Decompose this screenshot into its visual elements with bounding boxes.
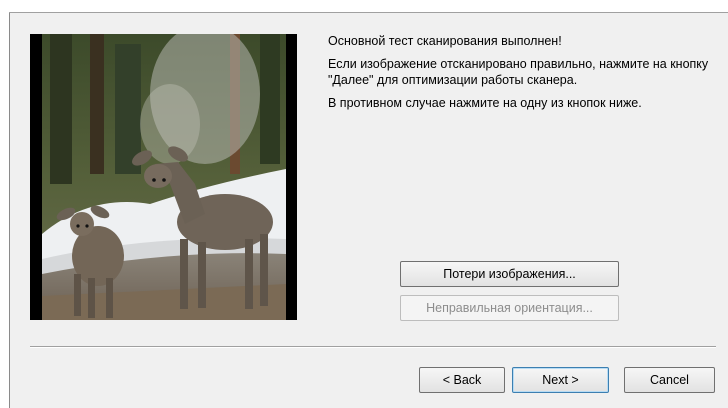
window-top-edge: [0, 0, 728, 12]
deer-photo-icon: [42, 34, 286, 320]
scanner-wizard-dialog: Основной тест сканирования выполнен! Есл…: [0, 0, 728, 408]
cancel-button[interactable]: Cancel: [624, 367, 715, 393]
message-title: Основной тест сканирования выполнен!: [328, 34, 562, 48]
message-alternative: В противном случае нажмите на одну из кн…: [328, 96, 642, 110]
wrong-orientation-button[interactable]: Неправильная ориентация...: [400, 295, 619, 321]
image-loss-button[interactable]: Потери изображения...: [400, 261, 619, 287]
scan-preview-image: [30, 34, 297, 320]
footer-separator: [30, 346, 716, 348]
message-instruction: Если изображение отсканировано правильно…: [328, 57, 709, 87]
message-area: Основной тест сканирования выполнен! Есл…: [328, 33, 718, 118]
back-button[interactable]: < Back: [419, 367, 505, 393]
top-divider: [9, 12, 728, 13]
window-left-edge: [0, 12, 10, 408]
next-button[interactable]: Next >: [512, 367, 609, 393]
